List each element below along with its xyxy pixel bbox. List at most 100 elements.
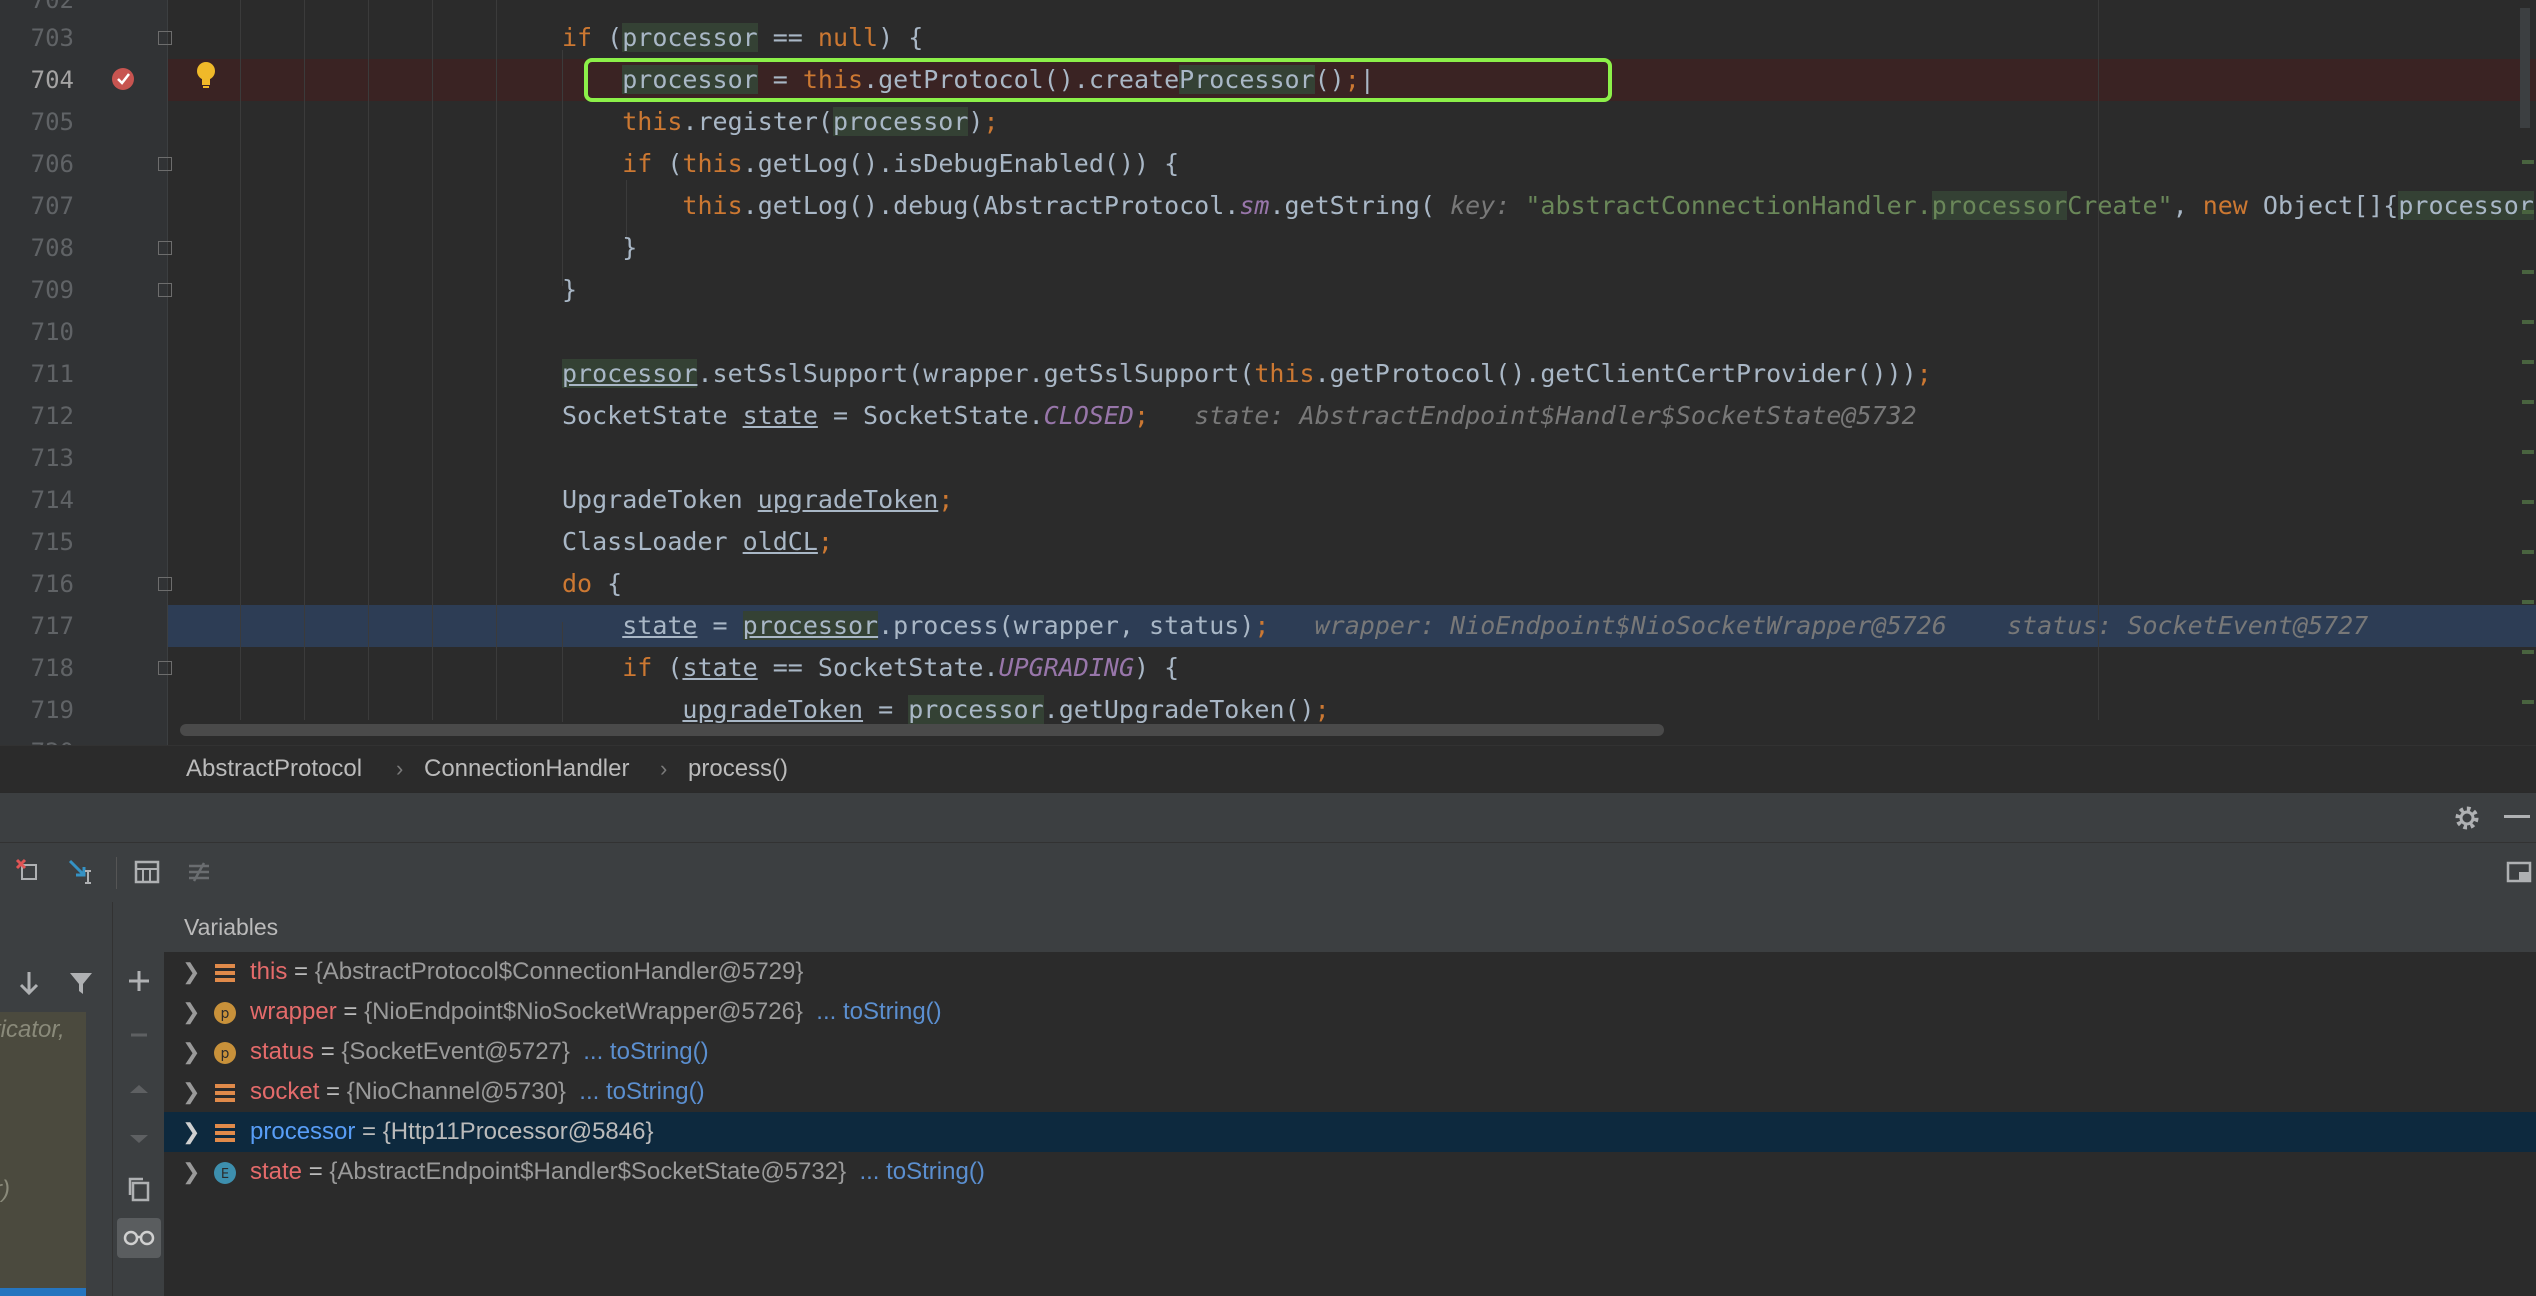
code-text: ClassLoader oldCL; — [562, 527, 833, 556]
variable-row[interactable]: ❯ socket = {NioChannel@5730} ... toStrin… — [164, 1072, 2536, 1112]
layout-icon[interactable] — [2502, 855, 2536, 889]
variable-equals: = — [319, 1078, 347, 1105]
line-number: 714 — [30, 486, 74, 514]
expand-chevron-icon[interactable]: ❯ — [182, 1072, 200, 1112]
code-line: 717 state = processor.process(wrapper, s… — [0, 605, 2536, 647]
horizontal-scrollbar[interactable] — [180, 724, 1664, 736]
frames-list[interactable]: ticator, r) — [0, 1012, 86, 1296]
code-line: 710 — [0, 311, 2536, 353]
tostring-link[interactable]: ... toString() — [566, 1078, 704, 1105]
tostring-link[interactable]: ... toString() — [846, 1158, 984, 1185]
move-down-icon[interactable] — [122, 1122, 156, 1156]
line-number: 720 — [14, 731, 74, 745]
variable-name: socket — [250, 1078, 320, 1105]
line-number: 705 — [30, 108, 74, 136]
line-number: 706 — [30, 150, 74, 178]
variables-side-toolbar — [112, 902, 165, 1296]
code-line: 718 if (state == SocketState.UPGRADING) … — [0, 647, 2536, 689]
field-icon — [214, 962, 236, 984]
code-line: 715 ClassLoader oldCL; — [0, 521, 2536, 563]
evaluate-expression-icon[interactable] — [130, 855, 164, 889]
code-text: } — [562, 275, 578, 304]
breadcrumb-item-inner-class[interactable]: ConnectionHandler — [424, 746, 629, 792]
line-number: 713 — [30, 444, 74, 472]
tostring-link[interactable]: ... toString() — [803, 998, 941, 1025]
variable-equals: = — [302, 1158, 330, 1185]
code-line: 705 this.register(processor); — [0, 101, 2536, 143]
breadcrumb: AbstractProtocol › ConnectionHandler › p… — [0, 745, 2536, 792]
code-text: this.getLog().debug(AbstractProtocol.sm.… — [682, 191, 2536, 220]
line-number: 715 — [30, 528, 74, 556]
variables-title: Variables — [184, 914, 279, 940]
parameter-icon: p — [214, 1042, 236, 1064]
variable-name: wrapper — [250, 998, 337, 1025]
debugger-toolbar — [0, 842, 2536, 903]
variables-header: Variables — [164, 902, 2536, 952]
fold-marker-icon[interactable] — [158, 577, 172, 591]
enum-icon: E — [214, 1162, 236, 1184]
variable-row[interactable]: ❯ this = {AbstractProtocol$ConnectionHan… — [164, 952, 2536, 992]
code-text: UpgradeToken upgradeToken; — [562, 485, 954, 514]
expand-chevron-icon[interactable]: ❯ — [182, 952, 200, 992]
breadcrumb-separator: › — [660, 756, 668, 781]
frame-item[interactable]: ticator, — [0, 1012, 65, 1048]
variable-value: {NioEndpoint$NioSocketWrapper@5726} — [364, 998, 803, 1025]
fold-marker-icon[interactable] — [158, 241, 172, 255]
show-watches-icon[interactable] — [117, 1218, 161, 1258]
variables-tree[interactable]: ❯ this = {AbstractProtocol$ConnectionHan… — [164, 952, 2536, 1296]
variable-name: state — [250, 1158, 303, 1185]
trace-icon[interactable] — [182, 855, 216, 889]
field-icon — [214, 1082, 236, 1104]
add-watch-icon[interactable] — [122, 964, 156, 998]
line-number: 717 — [30, 612, 74, 640]
expand-chevron-icon[interactable]: ❯ — [182, 1112, 200, 1152]
expand-chevron-icon[interactable]: ❯ — [182, 1152, 200, 1192]
debug-tool-window-header — [0, 792, 2536, 843]
variable-value: {NioChannel@5730} — [346, 1078, 566, 1105]
frame-item[interactable]: r) — [0, 1172, 10, 1208]
code-line: 711 processor.setSslSupport(wrapper.getSs… — [0, 353, 2536, 395]
variable-value: {Http11Processor@5846} — [382, 1118, 654, 1145]
gear-icon[interactable] — [2452, 803, 2482, 833]
line-number: 703 — [30, 24, 74, 52]
line-number: 716 — [30, 570, 74, 598]
variable-row[interactable]: ❯ p status = {SocketEvent@5727} ... toSt… — [164, 1032, 2536, 1072]
line-number: 710 — [30, 318, 74, 346]
lightbulb-icon[interactable] — [194, 60, 218, 90]
code-line: 706 if (this.getLog().isDebugEnabled()) … — [0, 143, 2536, 185]
code-editor[interactable]: 702 703 if (processor == null) { 704 proc… — [0, 0, 2536, 745]
line-number: 718 — [30, 654, 74, 682]
code-line: 714 UpgradeToken upgradeToken; — [0, 479, 2536, 521]
remove-watch-icon[interactable] — [122, 1018, 156, 1052]
arrow-down-icon[interactable] — [12, 966, 46, 1000]
variable-row[interactable]: ❯ E state = {AbstractEndpoint$Handler$So… — [164, 1152, 2536, 1192]
toolbar-separator — [116, 857, 117, 889]
variable-value: {AbstractProtocol$ConnectionHandler@5729… — [314, 958, 804, 985]
variable-row[interactable]: ❯ p wrapper = {NioEndpoint$NioSocketWrap… — [164, 992, 2536, 1032]
line-number: 711 — [30, 360, 74, 388]
variable-value: {AbstractEndpoint$Handler$SocketState@57… — [329, 1158, 847, 1185]
reset-frame-icon[interactable] — [12, 855, 46, 889]
error-stripe[interactable] — [2520, 0, 2536, 745]
code-line: 707 this.getLog().debug(AbstractProtocol… — [0, 185, 2536, 227]
move-up-icon[interactable] — [122, 1072, 156, 1106]
variable-name: processor — [250, 1118, 356, 1145]
filter-icon[interactable] — [64, 966, 98, 1000]
breadcrumb-item-class[interactable]: AbstractProtocol — [186, 746, 362, 792]
copy-icon[interactable] — [122, 1172, 156, 1206]
fold-marker-icon[interactable] — [158, 31, 172, 45]
tostring-link[interactable]: ... toString() — [570, 1038, 708, 1065]
step-into-cursor-icon[interactable] — [64, 855, 98, 889]
variable-equals: = — [336, 998, 365, 1025]
fold-marker-icon[interactable] — [158, 283, 172, 297]
variable-row-selected[interactable]: ❯ processor = {Http11Processor@5846} — [164, 1112, 2536, 1152]
expand-chevron-icon[interactable]: ❯ — [182, 1032, 200, 1072]
expand-chevron-icon[interactable]: ❯ — [182, 992, 200, 1032]
fold-marker-icon[interactable] — [158, 157, 172, 171]
breadcrumb-item-method[interactable]: process() — [688, 746, 788, 792]
minimize-icon[interactable] — [2504, 815, 2530, 818]
code-text: if (state == SocketState.UPGRADING) { — [622, 653, 1180, 682]
code-line: 712 SocketState state = SocketState.CLOSE… — [0, 395, 2536, 437]
breakpoint-icon[interactable] — [112, 68, 134, 90]
fold-marker-icon[interactable] — [158, 661, 172, 675]
